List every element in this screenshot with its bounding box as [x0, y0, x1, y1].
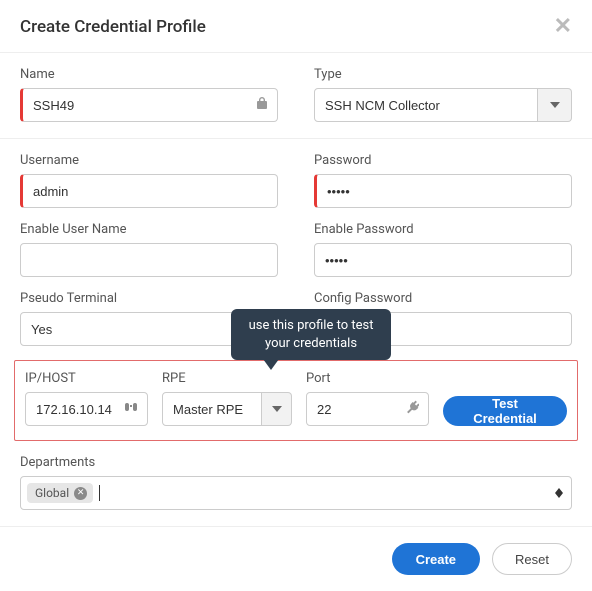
- field-enable-pass: Enable Password: [314, 222, 572, 277]
- dialog-footer: Create Reset: [0, 526, 592, 591]
- pseudo-terminal-label: Pseudo Terminal: [20, 291, 278, 306]
- enable-pass-label: Enable Password: [314, 222, 572, 237]
- field-type: Type: [314, 67, 572, 122]
- config-pass-label: Config Password: [314, 291, 572, 306]
- test-credential-button[interactable]: Test Credential: [443, 396, 567, 426]
- create-button[interactable]: Create: [392, 543, 480, 575]
- remove-tag-icon[interactable]: ✕: [74, 487, 87, 500]
- section-name-type: Name Type: [0, 53, 592, 138]
- department-tag-label: Global: [35, 486, 69, 500]
- updown-icon: [555, 488, 563, 498]
- enable-user-input[interactable]: [20, 243, 278, 277]
- departments-tagbox[interactable]: Global ✕: [20, 476, 572, 510]
- text-cursor: [99, 485, 100, 501]
- field-username: Username: [20, 153, 278, 208]
- reset-button[interactable]: Reset: [492, 543, 572, 575]
- dialog-title: Create Credential Profile: [20, 17, 206, 37]
- field-enable-user: Enable User Name: [20, 222, 278, 277]
- test-tooltip: use this profile to test your credential…: [231, 309, 391, 360]
- rpe-dropdown-button[interactable]: [262, 392, 292, 426]
- field-ip-host: IP/HOST: [25, 371, 148, 426]
- name-label: Name: [20, 67, 278, 82]
- enable-user-label: Enable User Name: [20, 222, 278, 237]
- close-icon[interactable]: ✕: [554, 16, 572, 38]
- field-password: Password: [314, 153, 572, 208]
- test-credential-panel: IP/HOST RPE Port: [14, 360, 578, 441]
- username-label: Username: [20, 153, 278, 168]
- ip-host-input[interactable]: [25, 392, 148, 426]
- port-label: Port: [306, 371, 429, 386]
- department-tag: Global ✕: [27, 483, 93, 503]
- field-departments: Departments Global ✕: [0, 449, 592, 526]
- ip-host-label: IP/HOST: [25, 371, 148, 386]
- field-name: Name: [20, 67, 278, 122]
- dialog-header: Create Credential Profile ✕: [0, 0, 592, 53]
- type-dropdown-button[interactable]: [538, 88, 572, 122]
- name-input[interactable]: [20, 88, 278, 122]
- rpe-label: RPE: [162, 371, 292, 386]
- type-label: Type: [314, 67, 572, 82]
- departments-label: Departments: [20, 455, 572, 470]
- credential-profile-dialog: Create Credential Profile ✕ Name Type: [0, 0, 592, 591]
- chevron-down-icon: [550, 102, 560, 108]
- field-port: Port use this profile to test your crede…: [306, 371, 429, 426]
- chevron-down-icon: [272, 406, 282, 412]
- field-rpe: RPE: [162, 371, 292, 426]
- rpe-select[interactable]: [162, 392, 262, 426]
- username-input[interactable]: [20, 174, 278, 208]
- password-label: Password: [314, 153, 572, 168]
- enable-pass-input[interactable]: [314, 243, 572, 277]
- type-select[interactable]: [314, 88, 538, 122]
- password-input[interactable]: [314, 174, 572, 208]
- port-input[interactable]: [306, 392, 429, 426]
